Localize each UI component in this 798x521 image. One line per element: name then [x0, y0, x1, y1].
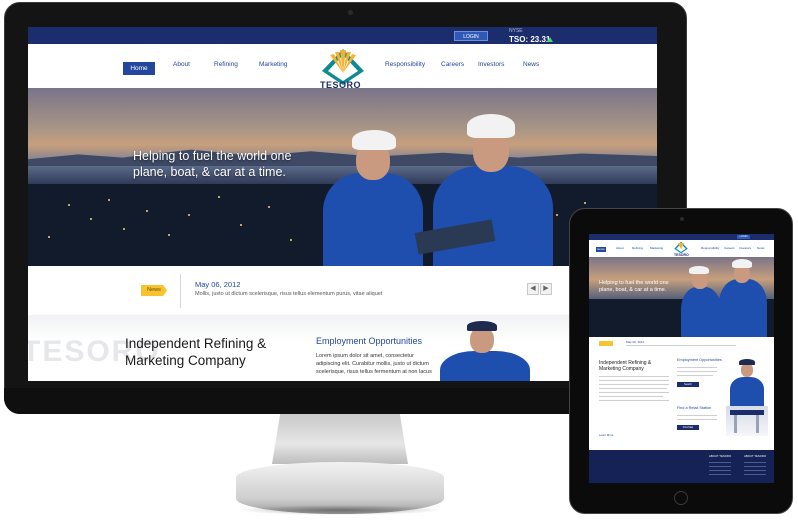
news-tag[interactable]: News: [141, 285, 167, 296]
tablet-navigation: Home About Refining Marketing TESORO Res…: [589, 240, 774, 257]
news-summary[interactable]: Mollis, justo ut dictum scelerisque, ris…: [195, 291, 382, 297]
stock-ticker: TSO: 23.31: [509, 35, 551, 44]
tablet-hero-headline: Helping to fuel the world one plane, boa…: [599, 280, 669, 293]
camera-icon: [348, 10, 353, 15]
ipad-device: LOGIN TSO: 23.31 Home About Refining Mar…: [569, 208, 793, 514]
tablet-login-button[interactable]: LOGIN: [737, 235, 750, 239]
news-next-button[interactable]: ▶: [540, 283, 552, 295]
tablet-learn-more-link[interactable]: Learn More: [599, 433, 613, 437]
tablet-nav-refining[interactable]: Refining: [632, 246, 643, 250]
company-heading: Independent Refining & Marketing Company: [125, 336, 267, 368]
hero-headline: Helping to fuel the world one plane, boa…: [133, 149, 292, 179]
main-navigation: Home About Refining Marketing TESORO Res…: [28, 44, 657, 90]
news-ticker: News May 06, 2012 Mollis, justo ut dictu…: [28, 266, 657, 316]
tablet-news-ticker: May 06, 2012: [589, 337, 774, 352]
tablet-footer-heading-1: ABOUT TESORO: [709, 454, 732, 458]
tablet-nav-careers[interactable]: Careers: [724, 246, 735, 250]
nav-item-about[interactable]: About: [173, 61, 190, 68]
news-date[interactable]: May 06, 2012: [195, 280, 240, 289]
employment-heading[interactable]: Employment Opportunities: [316, 336, 422, 346]
tablet-company-heading: Independent Refining & Marketing Company: [599, 360, 652, 372]
top-bar: LOGIN NYSE TSO: 23.31: [28, 27, 657, 44]
nav-item-refining[interactable]: Refining: [214, 61, 238, 68]
tablet-news-tag[interactable]: [599, 341, 613, 346]
nav-item-news[interactable]: News: [523, 61, 539, 68]
login-button[interactable]: LOGIN: [454, 31, 488, 41]
tablet-screen: LOGIN TSO: 23.31 Home About Refining Mar…: [589, 234, 774, 483]
tablet-footer: ABOUT TESORO ABOUT TESORO: [589, 450, 774, 483]
desktop-screen: LOGIN NYSE TSO: 23.31 Home About Refinin…: [28, 27, 657, 381]
stand-shadow: [236, 505, 444, 515]
nav-item-investors[interactable]: Investors: [478, 61, 504, 68]
tablet-nav-marketing[interactable]: Marketing: [650, 246, 663, 250]
stock-exchange-label: NYSE: [509, 28, 523, 34]
tablet-find-map-button[interactable]: Find Map: [677, 425, 699, 430]
nav-item-home[interactable]: Home: [123, 62, 155, 75]
imac-stand: [272, 414, 408, 464]
employment-text: Lorem ipsum dolor sit amet, consectetur …: [316, 353, 432, 375]
tablet-retail-heading[interactable]: Find a Retail Station: [677, 406, 711, 410]
tablet-news-summary: [626, 345, 736, 346]
tablet-hero-banner: Helping to fuel the world one plane, boa…: [589, 257, 774, 337]
home-button[interactable]: [674, 491, 688, 505]
tablet-nav-home[interactable]: Home: [596, 247, 606, 252]
divider: [180, 274, 181, 308]
tablet-news-date[interactable]: May 06, 2012: [626, 340, 644, 344]
news-prev-button[interactable]: ◀: [527, 283, 539, 295]
tablet-employee-photo: [726, 359, 766, 407]
tablet-gas-station-photo: [726, 406, 768, 436]
tablet-search-button[interactable]: Search: [677, 382, 699, 387]
nav-item-marketing[interactable]: Marketing: [259, 61, 288, 68]
employee-photo: [435, 321, 535, 381]
tablet-nav-investors[interactable]: Investors: [739, 246, 751, 250]
tablet-footer-heading-2: ABOUT TESORO: [744, 454, 767, 458]
content-section: TESORO Independent Refining & Marketing …: [28, 315, 657, 381]
tablet-nav-responsibility[interactable]: Responsibility: [701, 246, 720, 250]
tablet-nav-about[interactable]: About: [616, 246, 624, 250]
tablet-nav-news[interactable]: News: [757, 246, 765, 250]
tablet-content: Independent Refining & Marketing Company…: [589, 351, 774, 450]
nav-item-responsibility[interactable]: Responsibility: [385, 61, 425, 68]
hero-banner: Helping to fuel the world one plane, boa…: [28, 88, 657, 266]
tablet-employment-heading[interactable]: Employment Opportunities: [677, 358, 722, 362]
nav-item-careers[interactable]: Careers: [441, 61, 464, 68]
camera-icon: [680, 217, 684, 221]
stock-up-arrow-icon: [547, 37, 553, 42]
